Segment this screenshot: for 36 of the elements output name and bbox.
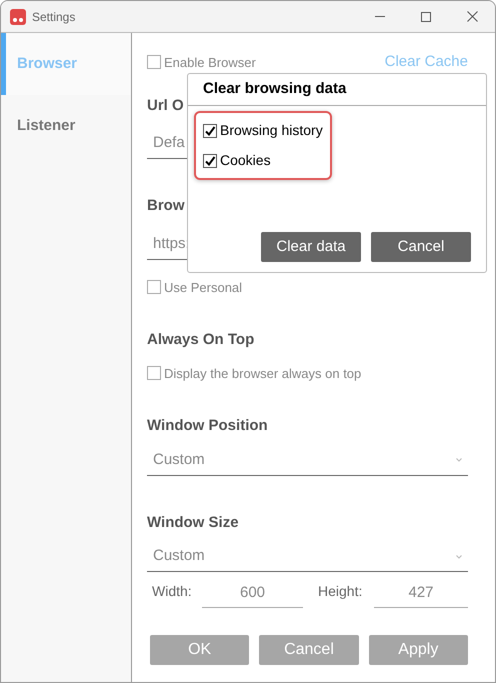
checkbox-label: Browsing history [220,121,323,140]
checkbox[interactable] [147,366,161,380]
checkbox-label: Enable Browser [164,54,256,72]
dialog-button[interactable]: Apply [368,635,468,665]
dialog-button[interactable]: Clear data [261,232,361,262]
select-field[interactable]: Custom [147,446,468,476]
sidebar-item[interactable]: Listener [1,95,131,157]
section-heading: Always On Top [147,330,256,350]
select-field[interactable]: Custom [147,542,468,572]
checkbox[interactable] [147,280,161,294]
checkbox[interactable] [203,124,217,138]
app-icon [10,8,26,24]
section-heading: Brow [147,196,186,216]
clear-cache-link[interactable]: Clear Cache [384,51,468,74]
checkbox[interactable] [147,55,161,70]
height-label: Height: [318,582,364,601]
width-label: Width: [152,582,193,601]
checkbox[interactable] [203,154,217,168]
close-icon [466,11,478,22]
chevron-down-icon [456,458,462,462]
checkbox-label: Cookies [220,151,271,170]
checkbox-label: Display the browser always on top [164,364,362,383]
minimize-icon [375,16,385,17]
width-field[interactable]: 600 [202,580,303,608]
checkbox-label: Use Personal [164,278,242,296]
dialog-title: Clear browsing data [188,74,486,106]
dialog-button[interactable]: Cancel [371,232,471,262]
dialog-button[interactable]: OK [150,635,250,665]
maximize-icon [421,12,431,22]
section-heading: Url O [147,96,185,116]
window-title: Settings [32,8,76,26]
section-heading: Window Position [147,416,269,436]
section-heading: Window Size [147,512,240,532]
height-field[interactable]: 427 [374,580,468,608]
chevron-down-icon [456,554,462,558]
dialog-button[interactable]: Cancel [259,635,359,665]
